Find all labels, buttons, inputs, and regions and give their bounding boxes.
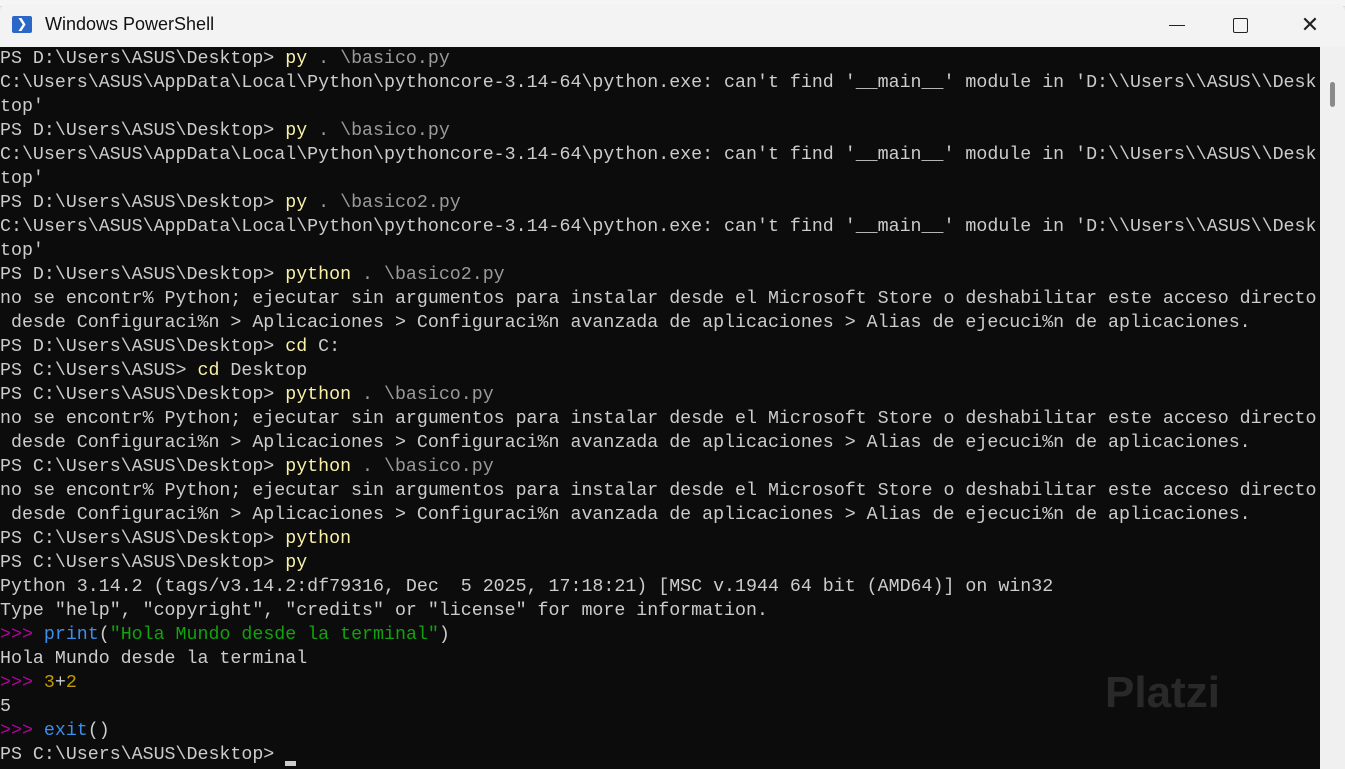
terminal-text: PS C:\Users\ASUS\Desktop> xyxy=(0,745,286,765)
terminal-text: py xyxy=(285,121,308,141)
terminal-text: exit xyxy=(43,721,88,741)
terminal-text: C:\Users\ASUS\AppData\Local\Python\pytho… xyxy=(0,73,1317,93)
terminal-text: PS D:\Users\ASUS\Desktop> xyxy=(0,121,286,141)
cursor xyxy=(285,761,297,766)
terminal-text: top' xyxy=(0,169,44,189)
terminal-text: Hola Mundo desde la terminal xyxy=(0,649,308,669)
terminal-line: PS D:\Users\ASUS\Desktop> py . \basico.p… xyxy=(0,47,1320,71)
terminal-line: C:\Users\ASUS\AppData\Local\Python\pytho… xyxy=(0,143,1320,167)
terminal-line: PS D:\Users\ASUS\Desktop> python . \basi… xyxy=(0,263,1320,287)
terminal-line: Python 3.14.2 (tags/v3.14.2:df79316, Dec… xyxy=(0,575,1320,599)
terminal-text: >>> xyxy=(0,625,44,645)
terminal-line: desde Configuraci%n > Aplicaciones > Con… xyxy=(0,431,1320,455)
terminal-text: print xyxy=(43,625,99,645)
terminal-text: PS C:\Users\ASUS\Desktop> xyxy=(0,553,286,573)
powershell-icon: ❯ xyxy=(12,16,32,33)
terminal-line: no se encontr% Python; ejecutar sin argu… xyxy=(0,287,1320,311)
terminal-text: PS D:\Users\ASUS\Desktop> xyxy=(0,265,286,285)
terminal-text: PS C:\Users\ASUS\Desktop> xyxy=(0,529,286,549)
terminal-text: Type "help", "copyright", "credits" or "… xyxy=(0,601,768,621)
terminal-text: python xyxy=(285,265,352,285)
terminal-text: py xyxy=(285,553,308,573)
terminal-text: desde Configuraci%n > Aplicaciones > Con… xyxy=(0,313,1251,333)
terminal-text: C: xyxy=(307,337,341,357)
terminal-text: python xyxy=(285,457,352,477)
maximize-button[interactable] xyxy=(1210,4,1270,47)
terminal-text: desde Configuraci%n > Aplicaciones > Con… xyxy=(0,433,1251,453)
terminal-line: top' xyxy=(0,167,1320,191)
terminal-text: desde Configuraci%n > Aplicaciones > Con… xyxy=(0,505,1251,525)
terminal-text: . \basico.py xyxy=(351,385,494,405)
terminal-text: . \basico.py xyxy=(307,121,450,141)
terminal-text: C:\Users\ASUS\AppData\Local\Python\pytho… xyxy=(0,145,1317,165)
terminal-text: "Hola Mundo desde la terminal" xyxy=(109,625,439,645)
close-button[interactable]: ✕ xyxy=(1280,4,1340,47)
terminal-line: PS C:\Users\ASUS\Desktop> python . \basi… xyxy=(0,455,1320,479)
maximize-icon xyxy=(1232,18,1248,33)
terminal-line: PS C:\Users\ASUS\Desktop> py xyxy=(0,551,1320,575)
terminal-text: ( xyxy=(98,625,110,645)
terminal-line: PS C:\Users\ASUS\Desktop> xyxy=(0,743,1320,767)
terminal-line: PS C:\Users\ASUS\Desktop> python . \basi… xyxy=(0,383,1320,407)
vertical-scrollbar[interactable] xyxy=(1320,47,1345,769)
terminal-text: + xyxy=(54,673,66,693)
terminal-text: PS C:\Users\ASUS> xyxy=(0,361,198,381)
terminal-text: 2 xyxy=(65,673,77,693)
terminal-line: >>> exit() xyxy=(0,719,1320,743)
terminal-text: . \basico2.py xyxy=(307,193,461,213)
terminal-text: cd xyxy=(285,337,308,357)
terminal-text: no se encontr% Python; ejecutar sin argu… xyxy=(0,481,1317,501)
terminal-output[interactable]: PS D:\Users\ASUS\Desktop> py . \basico.p… xyxy=(0,47,1320,769)
platzi-watermark: Platzi xyxy=(1105,668,1220,717)
terminal-text: PS D:\Users\ASUS\Desktop> xyxy=(0,193,286,213)
terminal-text: py xyxy=(285,193,308,213)
terminal-text: top' xyxy=(0,241,44,261)
terminal-line: PS C:\Users\ASUS\Desktop> python xyxy=(0,527,1320,551)
scrollbar-thumb[interactable] xyxy=(1330,82,1335,107)
close-icon: ✕ xyxy=(1300,13,1320,38)
terminal-line: PS D:\Users\ASUS\Desktop> cd C: xyxy=(0,335,1320,359)
terminal-text: C:\Users\ASUS\AppData\Local\Python\pytho… xyxy=(0,217,1317,237)
terminal-text: no se encontr% Python; ejecutar sin argu… xyxy=(0,289,1317,309)
terminal-text: python xyxy=(285,529,352,549)
terminal-text: cd xyxy=(197,361,220,381)
terminal-line: no se encontr% Python; ejecutar sin argu… xyxy=(0,407,1320,431)
terminal-line: no se encontr% Python; ejecutar sin argu… xyxy=(0,479,1320,503)
terminal-text: >>> xyxy=(0,673,44,693)
terminal-line: PS C:\Users\ASUS> cd Desktop xyxy=(0,359,1320,383)
terminal-line: C:\Users\ASUS\AppData\Local\Python\pytho… xyxy=(0,71,1320,95)
terminal-text: PS C:\Users\ASUS\Desktop> xyxy=(0,385,286,405)
terminal-line: top' xyxy=(0,239,1320,263)
terminal-text: ) xyxy=(438,625,450,645)
terminal-line: >>> print("Hola Mundo desde la terminal"… xyxy=(0,623,1320,647)
terminal-text: >>> xyxy=(0,721,44,741)
title-bar[interactable]: ❯ Windows PowerShell ✕ xyxy=(0,4,1345,47)
terminal-text: . \basico.py xyxy=(351,457,494,477)
terminal-text: 5 xyxy=(0,697,11,717)
terminal-text: py xyxy=(285,49,308,69)
minimize-icon xyxy=(1169,25,1185,26)
terminal-text: python xyxy=(285,385,352,405)
terminal-line: PS D:\Users\ASUS\Desktop> py . \basico.p… xyxy=(0,119,1320,143)
terminal-text: top' xyxy=(0,97,44,117)
terminal-text: PS D:\Users\ASUS\Desktop> xyxy=(0,49,286,69)
terminal-text: PS D:\Users\ASUS\Desktop> xyxy=(0,337,286,357)
terminal-line: top' xyxy=(0,95,1320,119)
terminal-text: no se encontr% Python; ejecutar sin argu… xyxy=(0,409,1317,429)
terminal-text: . \basico2.py xyxy=(351,265,505,285)
terminal-line: Type "help", "copyright", "credits" or "… xyxy=(0,599,1320,623)
terminal-line: C:\Users\ASUS\AppData\Local\Python\pytho… xyxy=(0,215,1320,239)
terminal-line: desde Configuraci%n > Aplicaciones > Con… xyxy=(0,311,1320,335)
terminal-text: . \basico.py xyxy=(307,49,450,69)
terminal-text: PS C:\Users\ASUS\Desktop> xyxy=(0,457,286,477)
window-title: Windows PowerShell xyxy=(45,14,215,34)
terminal-line: PS D:\Users\ASUS\Desktop> py . \basico2.… xyxy=(0,191,1320,215)
minimize-button[interactable] xyxy=(1147,4,1207,47)
terminal-text: Python 3.14.2 (tags/v3.14.2:df79316, Dec… xyxy=(0,577,1054,597)
terminal-text: 3 xyxy=(43,673,55,693)
terminal-text: () xyxy=(87,721,110,741)
terminal-text: Desktop xyxy=(219,361,308,381)
terminal-line: desde Configuraci%n > Aplicaciones > Con… xyxy=(0,503,1320,527)
